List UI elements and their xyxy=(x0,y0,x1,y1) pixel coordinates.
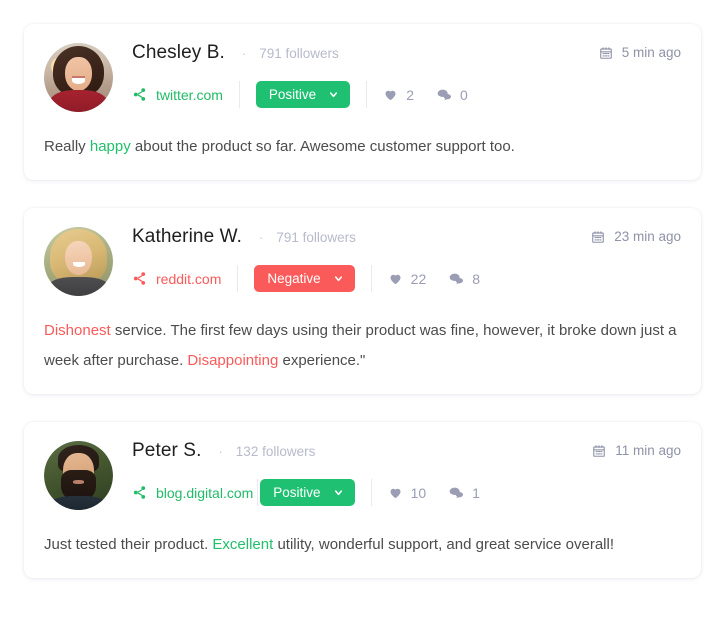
mention-header: Katherine W. · 791 followers reddit.com xyxy=(44,226,681,296)
followers-count: 791 followers xyxy=(259,46,339,61)
heart-icon xyxy=(388,485,403,500)
mention-body: Really happy about the product so far. A… xyxy=(44,132,681,162)
author-name: Peter S. xyxy=(132,440,202,461)
timestamp: 11 min ago xyxy=(592,443,681,458)
sentiment-label: Positive xyxy=(268,87,317,102)
separator-dot: · xyxy=(258,230,264,245)
source-link[interactable]: reddit.com xyxy=(132,271,221,287)
avatar xyxy=(44,441,113,510)
avatar xyxy=(44,43,113,112)
timestamp-text: 11 min ago xyxy=(615,443,681,458)
engagement-stats: 10 1 xyxy=(388,485,480,501)
engagement-stats: 22 8 xyxy=(388,271,480,287)
mention-body: Dishonest service. The first few days us… xyxy=(44,316,681,376)
calendar-icon xyxy=(592,444,606,458)
mention-header: Peter S. · 132 followers blog.digital.co… xyxy=(44,440,681,510)
followers-count: 791 followers xyxy=(276,230,356,245)
sentiment-badge[interactable]: Positive xyxy=(260,479,355,506)
source-link[interactable]: twitter.com xyxy=(132,87,223,103)
mention-body: Just tested their product. Excellent uti… xyxy=(44,530,681,560)
divider xyxy=(366,81,368,108)
chevron-down-icon xyxy=(328,89,339,100)
divider xyxy=(238,81,240,108)
like-count: 2 xyxy=(406,86,414,103)
source-domain: twitter.com xyxy=(156,86,223,103)
like-count: 22 xyxy=(410,270,427,287)
share-icon xyxy=(132,485,147,500)
followers-count: 132 followers xyxy=(235,444,316,459)
mentions-feed: Chesley B. · 791 followers twitter.com P… xyxy=(0,0,725,578)
mention-meta-row: blog.digital.com Positive 10 1 xyxy=(132,479,681,506)
body-highlight: Disappointing xyxy=(187,352,279,369)
divider xyxy=(257,479,259,506)
source-domain: reddit.com xyxy=(156,270,222,287)
divider xyxy=(370,479,372,506)
comment-icon xyxy=(448,271,464,287)
like-count: 10 xyxy=(410,484,427,501)
mention-meta-row: reddit.com Negative 22 8 xyxy=(132,265,681,292)
mention-header: Chesley B. · 791 followers twitter.com P… xyxy=(44,42,681,112)
author-name: Katherine W. xyxy=(132,226,242,247)
comment-stat[interactable]: 8 xyxy=(448,271,480,287)
divider xyxy=(370,265,372,292)
comment-stat[interactable]: 1 xyxy=(448,485,480,501)
share-icon xyxy=(132,271,147,286)
body-segment: Just tested their product. xyxy=(44,536,213,553)
body-segment: experience." xyxy=(278,352,366,369)
comment-count: 8 xyxy=(472,270,481,287)
comment-count: 0 xyxy=(459,86,468,103)
comment-icon xyxy=(448,485,464,501)
body-highlight: Excellent xyxy=(212,536,274,553)
mention-card[interactable]: Katherine W. · 791 followers reddit.com xyxy=(24,208,701,394)
body-highlight: happy xyxy=(89,138,131,155)
engagement-stats: 2 0 xyxy=(383,87,468,103)
source-link[interactable]: blog.digital.com xyxy=(132,485,253,501)
author-name: Chesley B. xyxy=(132,42,225,63)
source-domain: blog.digital.com xyxy=(156,484,254,501)
body-segment: utility, wonderful support, and great se… xyxy=(273,536,615,553)
timestamp: 5 min ago xyxy=(599,45,681,60)
calendar-icon xyxy=(591,230,605,244)
timestamp-text: 5 min ago xyxy=(621,45,681,60)
avatar xyxy=(44,227,113,296)
like-stat[interactable]: 10 xyxy=(388,484,427,501)
like-stat[interactable]: 2 xyxy=(383,87,414,103)
body-highlight: Dishonest xyxy=(44,322,111,339)
sentiment-badge[interactable]: Negative xyxy=(254,265,355,292)
mention-card[interactable]: Chesley B. · 791 followers twitter.com P… xyxy=(24,24,701,180)
comment-icon xyxy=(436,87,452,103)
timestamp: 23 min ago xyxy=(591,229,681,244)
mention-meta-row: twitter.com Positive 2 0 xyxy=(132,81,681,108)
chevron-down-icon xyxy=(333,487,344,498)
timestamp-text: 23 min ago xyxy=(614,229,681,244)
body-segment: about the product so far. Awesome custom… xyxy=(130,138,515,155)
heart-icon xyxy=(388,271,403,286)
sentiment-label: Negative xyxy=(267,271,321,286)
share-icon xyxy=(132,87,147,102)
mention-card[interactable]: Peter S. · 132 followers blog.digital.co… xyxy=(24,422,701,578)
heart-icon xyxy=(383,87,398,102)
separator-dot: · xyxy=(218,444,223,459)
body-segment: Really xyxy=(44,138,90,155)
comment-count: 1 xyxy=(472,484,480,501)
sentiment-badge[interactable]: Positive xyxy=(255,81,351,108)
separator-dot: · xyxy=(241,46,247,61)
sentiment-label: Positive xyxy=(273,485,321,500)
divider xyxy=(237,265,239,292)
comment-stat[interactable]: 0 xyxy=(436,87,468,103)
chevron-down-icon xyxy=(333,273,344,284)
like-stat[interactable]: 22 xyxy=(388,270,427,287)
calendar-icon xyxy=(599,46,613,60)
